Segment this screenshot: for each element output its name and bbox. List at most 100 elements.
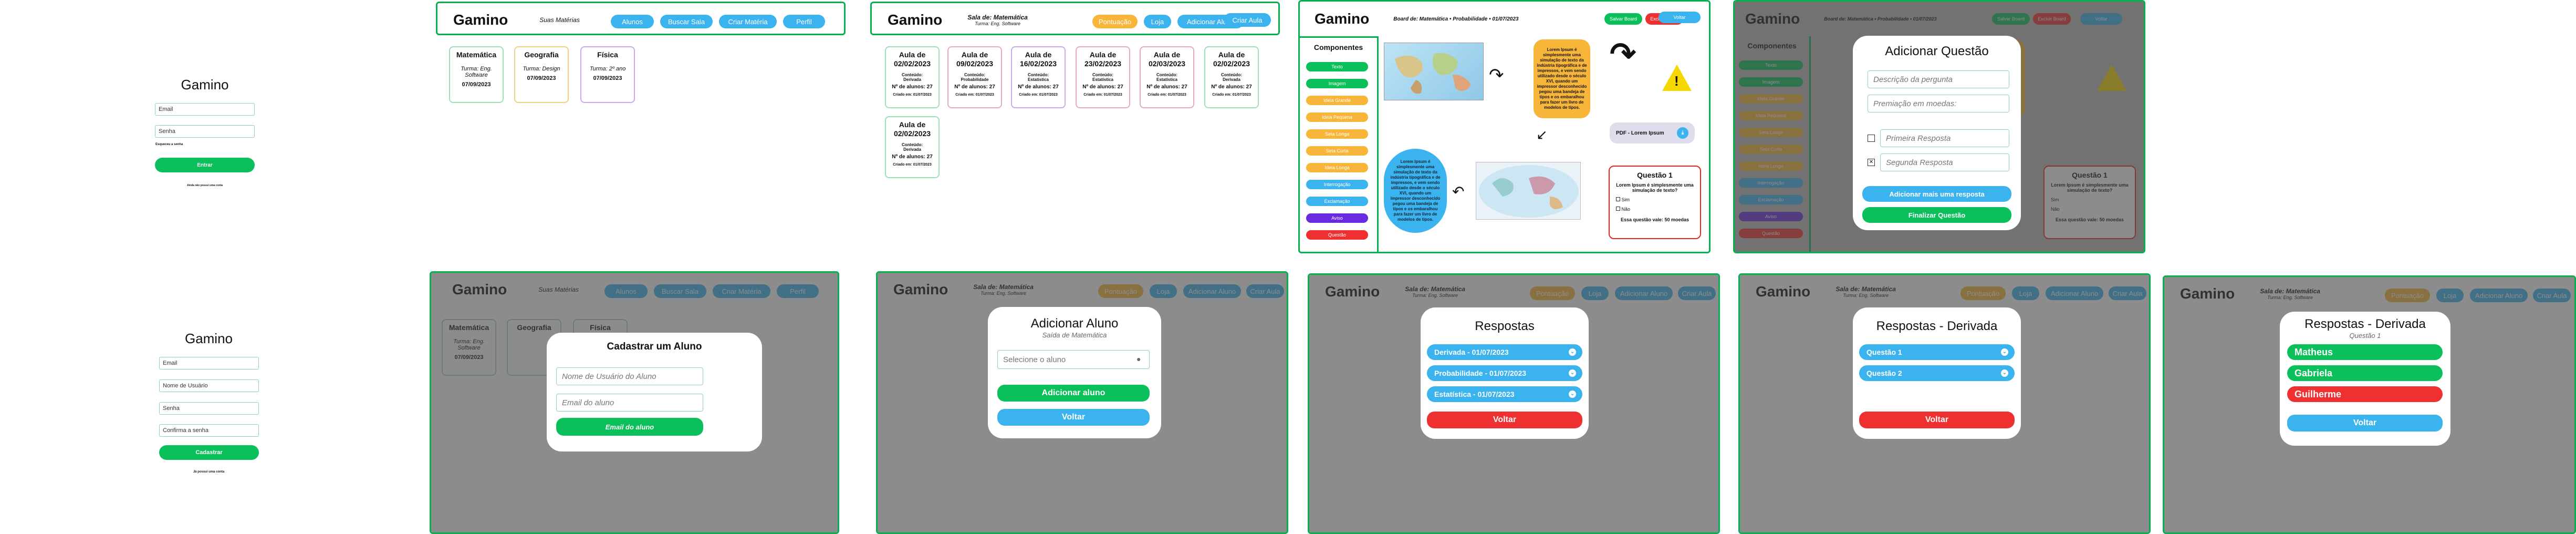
back-arrow-icon: ↶ <box>1452 183 1465 200</box>
component-imagem-button[interactable]: Imagem <box>1306 79 1368 88</box>
component-seta-longa-button[interactable]: Seta Longa <box>1306 129 1368 139</box>
password-field[interactable]: Senha <box>159 402 259 415</box>
back-button[interactable]: Voltar <box>997 409 1150 426</box>
question-card[interactable]: Questão 1 Lorem Ipsum é simplesmente uma… <box>1609 166 1701 239</box>
lesson-card[interactable]: Aula de 02/02/2023 Conteúdo: Derivada Nº de… <box>885 46 940 108</box>
back-button[interactable]: Voltar <box>2287 415 2443 432</box>
first-answer-field[interactable]: Primeira Resposta <box>1880 129 2009 147</box>
download-icon[interactable]: ⤓ <box>1677 127 1688 139</box>
lesson-title: Aula de <box>899 50 926 59</box>
student-answer-correct[interactable]: Matheus <box>2287 344 2443 360</box>
checkbox[interactable] <box>1616 197 1620 201</box>
email-field[interactable]: Email <box>159 357 259 369</box>
register-link[interactable]: Ainda não possui uma conta <box>152 184 257 187</box>
prize-coins-field[interactable]: Premiação em moedas: <box>1868 95 2009 112</box>
submit-student-button[interactable]: Email do aluno <box>556 418 703 436</box>
curve-arrow-icon: ↷ <box>1489 65 1504 85</box>
nav-perfil-button[interactable]: Perfil <box>783 15 825 28</box>
question-item[interactable]: Questão 1 ⌄ <box>1859 344 2015 360</box>
username-field[interactable]: Nome de Usuário <box>159 379 259 392</box>
subject-card[interactable]: Física Turma: 2º ano 07/09/2023 <box>580 46 635 103</box>
answer-item[interactable]: Estatística - 01/07/2023 ⌄ <box>1427 386 1582 402</box>
question-text: Lorem Ipsum é simplesmente uma simulação… <box>1616 182 1694 193</box>
forgot-password-link[interactable]: Esqueceu a senha <box>155 143 183 146</box>
subject-date: 07/09/2023 <box>462 81 491 88</box>
nav-criar-materia-button[interactable]: Criar Matéria <box>719 15 777 28</box>
pdf-attachment[interactable]: PDF - Lorem Ipsum ⤓ <box>1610 122 1695 143</box>
login-button[interactable]: Entrar <box>155 158 255 172</box>
chevron-down-icon: ⌄ <box>1569 369 1576 377</box>
components-title: Componentes <box>1313 43 1363 52</box>
lesson-card[interactable]: Aula de 02/02/2023 Conteúdo: Derivada Nº de… <box>1204 46 1259 108</box>
component-texto-button[interactable]: Texto <box>1306 62 1368 71</box>
nav-criar-aula-button[interactable]: Criar Aula <box>1224 13 1271 27</box>
nav-buscar-sala-button[interactable]: Buscar Sala <box>660 15 713 28</box>
student-answer-correct[interactable]: Gabriela <box>2287 365 2443 381</box>
lesson-title: Aula de <box>961 50 988 59</box>
save-board-button[interactable]: Salvar Board <box>1604 13 1642 25</box>
lesson-students: Nº de alunos: 27 <box>1146 84 1187 90</box>
lesson-title: Aula de <box>1218 50 1245 59</box>
lesson-card[interactable]: Aula de 16/02/2023 Conteúdo: Estatística Nº… <box>1011 46 1066 108</box>
email-field[interactable]: Email <box>155 103 255 116</box>
lesson-card[interactable]: Aula de 02/03/2023 Conteúdo: Estatística Nº… <box>1140 46 1194 108</box>
back-button[interactable]: Voltar <box>1859 412 2015 428</box>
logo: Gamino <box>1315 11 1370 27</box>
subjects-screen: Gamino Suas Matérias Alunos Buscar Sala … <box>436 2 846 35</box>
subject-card[interactable]: Matemática Turma: Eng. Software 07/09/20… <box>449 46 504 103</box>
finish-question-button[interactable]: Finalizar Questão <box>1862 207 2011 223</box>
component-aviso-button[interactable]: Aviso <box>1306 213 1368 223</box>
idea-note[interactable]: Lorem Ipsum é simplesmente uma simulação… <box>1534 39 1590 118</box>
question-item[interactable]: Questão 2 ⌄ <box>1859 365 2015 381</box>
component-interrogação-button[interactable]: Interrogação <box>1306 180 1368 189</box>
student-username-field[interactable]: Nome de Usuário do Aluno <box>556 367 703 385</box>
room-screen: Gamino Sala de: Matemática Turma: Eng. S… <box>870 2 1280 35</box>
subject-name: Matemática <box>456 50 497 59</box>
login-link[interactable]: Já possui uma conta <box>155 470 263 474</box>
idea-note-blue[interactable]: Lorem Ipsum é simplesmente uma simulação… <box>1384 149 1447 233</box>
component-ideia-longa-button[interactable]: Ideia Longa <box>1306 163 1368 172</box>
answers-derivada-modal: Respostas - Derivada Questão 1 ⌄ Questão … <box>1853 307 2021 439</box>
subject-card[interactable]: Geografia Turma: Design 07/09/2023 <box>514 46 569 103</box>
confirm-password-field[interactable]: Confirma a senha <box>159 424 259 437</box>
answer-checkbox-checked[interactable]: ✕ <box>1868 159 1875 166</box>
lesson-created: Criado em: 01/07/2023 <box>955 93 994 97</box>
lesson-card[interactable]: Aula de 23/02/2023 Conteúdo: Estatística Nº… <box>1076 46 1130 108</box>
add-answer-button[interactable]: Adicionar mais uma resposta <box>1862 186 2011 202</box>
student-answer-wrong[interactable]: Guilherme <box>2287 386 2443 402</box>
answer-item[interactable]: Derivada - 01/07/2023 ⌄ <box>1427 344 1582 360</box>
world-map-image-2[interactable] <box>1476 162 1581 220</box>
lesson-card[interactable]: Aula de 09/02/2023 Conteúdo: Probabilidade… <box>947 46 1002 108</box>
back-button[interactable]: Voltar <box>1427 412 1582 428</box>
lesson-title: Aula de <box>1025 50 1052 59</box>
answer-checkbox[interactable] <box>1868 135 1875 142</box>
component-exclamação-button[interactable]: Exclamação <box>1306 197 1368 206</box>
answer-item[interactable]: Probabilidade - 01/07/2023 ⌄ <box>1427 365 1582 381</box>
add-question-screen: Gamino Board de: Matemática • Probabilid… <box>1733 0 2145 253</box>
lesson-title: Aula de <box>1089 50 1117 59</box>
nav-alunos-button[interactable]: Alunos <box>611 15 654 28</box>
second-answer-field[interactable]: Segunda Resposta <box>1880 153 2009 171</box>
lesson-title: Aula de <box>1153 50 1181 59</box>
lesson-content: Conteúdo: Estatística <box>1156 73 1178 82</box>
question-description-field[interactable]: Descrição da pergunta <box>1868 70 2009 88</box>
world-map-image[interactable] <box>1384 43 1484 100</box>
student-select[interactable]: Selecione o aluno <box>997 350 1150 369</box>
logo: Gamino <box>888 12 943 28</box>
nav-loja-button[interactable]: Loja <box>1144 15 1171 28</box>
student-email-field[interactable]: Email do aluno <box>556 394 703 412</box>
microphone-icon[interactable]: ● <box>1136 355 1141 363</box>
component-ideia-grande-button[interactable]: Ideia Grande <box>1306 96 1368 105</box>
nav-pontuacao-button[interactable]: Pontuação <box>1092 15 1138 28</box>
subject-name: Física <box>597 50 618 59</box>
component-ideia-pequena-button[interactable]: Ideia Pequena <box>1306 112 1368 122</box>
add-student-button[interactable]: Adicionar aluno <box>997 385 1150 402</box>
component-questão-button[interactable]: Questão <box>1306 230 1368 240</box>
component-seta-curta-button[interactable]: Seta Curta <box>1306 146 1368 156</box>
password-field[interactable]: Senha <box>155 125 255 138</box>
lesson-card[interactable]: Aula de 02/02/2023 Conteúdo: Derivada Nº de… <box>885 116 940 178</box>
back-button[interactable]: Voltar <box>1659 12 1701 23</box>
signup-button[interactable]: Cadastrar <box>159 445 259 460</box>
checkbox[interactable] <box>1616 207 1620 211</box>
lesson-content: Conteúdo: Derivada <box>902 73 923 82</box>
